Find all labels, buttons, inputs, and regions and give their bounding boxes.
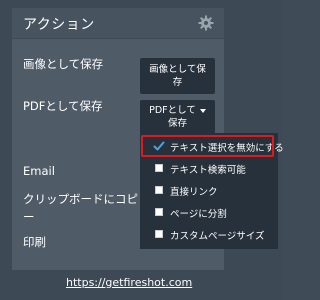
chevron-down-icon (199, 108, 206, 113)
highlight-box (141, 135, 274, 157)
clipboard-label-line1[interactable]: クリップボードにコピ (23, 191, 138, 207)
clipboard-label-line2[interactable]: ー (23, 209, 35, 225)
panel-title: アクション (23, 17, 95, 33)
menu-item-label: ページに分割 (170, 209, 227, 220)
footer: https://getfireshot.com (0, 270, 282, 300)
print-label[interactable]: 印刷 (23, 234, 46, 250)
menu-item-split-pages[interactable]: ページに分割 (140, 202, 278, 224)
menu-item-custom-page-size[interactable]: カスタムページサイズ (140, 224, 278, 246)
menu-item-label: カスタムページサイズ (170, 231, 265, 242)
email-label[interactable]: Email (23, 164, 55, 178)
save-pdf-button-text-2: 保存 (167, 118, 187, 129)
save-image-button[interactable]: 画像として保 存 (140, 58, 215, 94)
checkbox-unchecked[interactable] (155, 230, 163, 238)
checkbox-unchecked[interactable] (155, 164, 163, 172)
gear-icon[interactable] (198, 15, 214, 31)
save-image-label: 画像として保存 (23, 57, 104, 71)
save-pdf-button[interactable]: PDFとして 保存 (140, 100, 215, 134)
panel-header: アクション (12, 8, 224, 39)
checkbox-unchecked[interactable] (155, 186, 163, 194)
save-pdf-label: PDFとして保存 (23, 99, 103, 113)
save-pdf-button-text-1: PDFとして (149, 105, 196, 116)
menu-item-label: 直接リンク (170, 187, 218, 198)
menu-item-text-searchable[interactable]: テキスト検索可能 (140, 158, 278, 180)
menu-item-direct-links[interactable]: 直接リンク (140, 180, 278, 202)
footer-link[interactable]: https://getfireshot.com (66, 276, 192, 289)
checkbox-unchecked[interactable] (155, 208, 163, 216)
menu-item-label: テキスト検索可能 (170, 165, 246, 176)
